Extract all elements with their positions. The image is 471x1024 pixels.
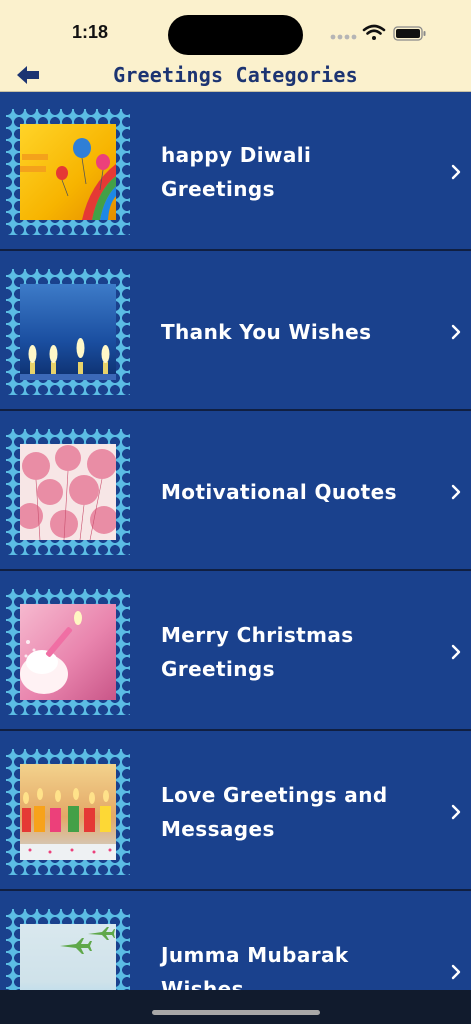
category-thumbnail (20, 764, 116, 860)
chevron-right-icon (451, 324, 461, 340)
status-time: 1:18 (72, 22, 109, 42)
list-item[interactable]: Love Greetings and Messages (0, 733, 471, 891)
chevron-right-icon (451, 964, 461, 980)
battery-icon (393, 26, 426, 41)
list-item[interactable]: Jumma Mubarak Wishes (0, 893, 471, 990)
status-icons (330, 24, 426, 41)
chevron-right-icon (451, 164, 461, 180)
category-thumbnail (20, 284, 116, 380)
navigation-bar: Greetings Categories (0, 60, 471, 92)
category-label: Jumma Mubarak Wishes (161, 943, 349, 990)
category-label: Thank You Wishes (161, 320, 372, 344)
status-bar: 1:18 (0, 0, 471, 60)
category-list: happy Diwali Greetings Thank You Wishes (0, 93, 471, 990)
airplanes-image (60, 927, 115, 954)
cupcake-image (20, 611, 82, 694)
category-label: Love Greetings and Messages (161, 783, 388, 841)
category-thumbnail (20, 924, 116, 990)
category-label: Merry Christmas Greetings (161, 623, 354, 681)
category-thumbnail (20, 444, 116, 540)
candles-image (20, 338, 116, 380)
home-indicator[interactable] (152, 1010, 320, 1015)
balloons-image (20, 138, 116, 220)
list-item[interactable]: Motivational Quotes (0, 413, 471, 571)
category-thumbnail (20, 124, 116, 220)
dynamic-island (168, 15, 303, 55)
signal-icon (330, 34, 357, 40)
wifi-icon (362, 24, 386, 40)
list-item[interactable]: happy Diwali Greetings (0, 93, 471, 251)
category-label: happy Diwali Greetings (161, 143, 312, 201)
chevron-right-icon (451, 804, 461, 820)
list-item[interactable]: Merry Christmas Greetings (0, 573, 471, 731)
page-title: Greetings Categories (113, 63, 358, 87)
category-thumbnail (20, 604, 116, 700)
list-item[interactable]: Thank You Wishes (0, 253, 471, 411)
birthday-candles-image (20, 788, 116, 860)
chevron-right-icon (451, 484, 461, 500)
category-label: Motivational Quotes (161, 480, 397, 504)
chevron-right-icon (451, 644, 461, 660)
pink-balloons-image (20, 445, 116, 540)
home-indicator-bar (0, 990, 471, 1024)
